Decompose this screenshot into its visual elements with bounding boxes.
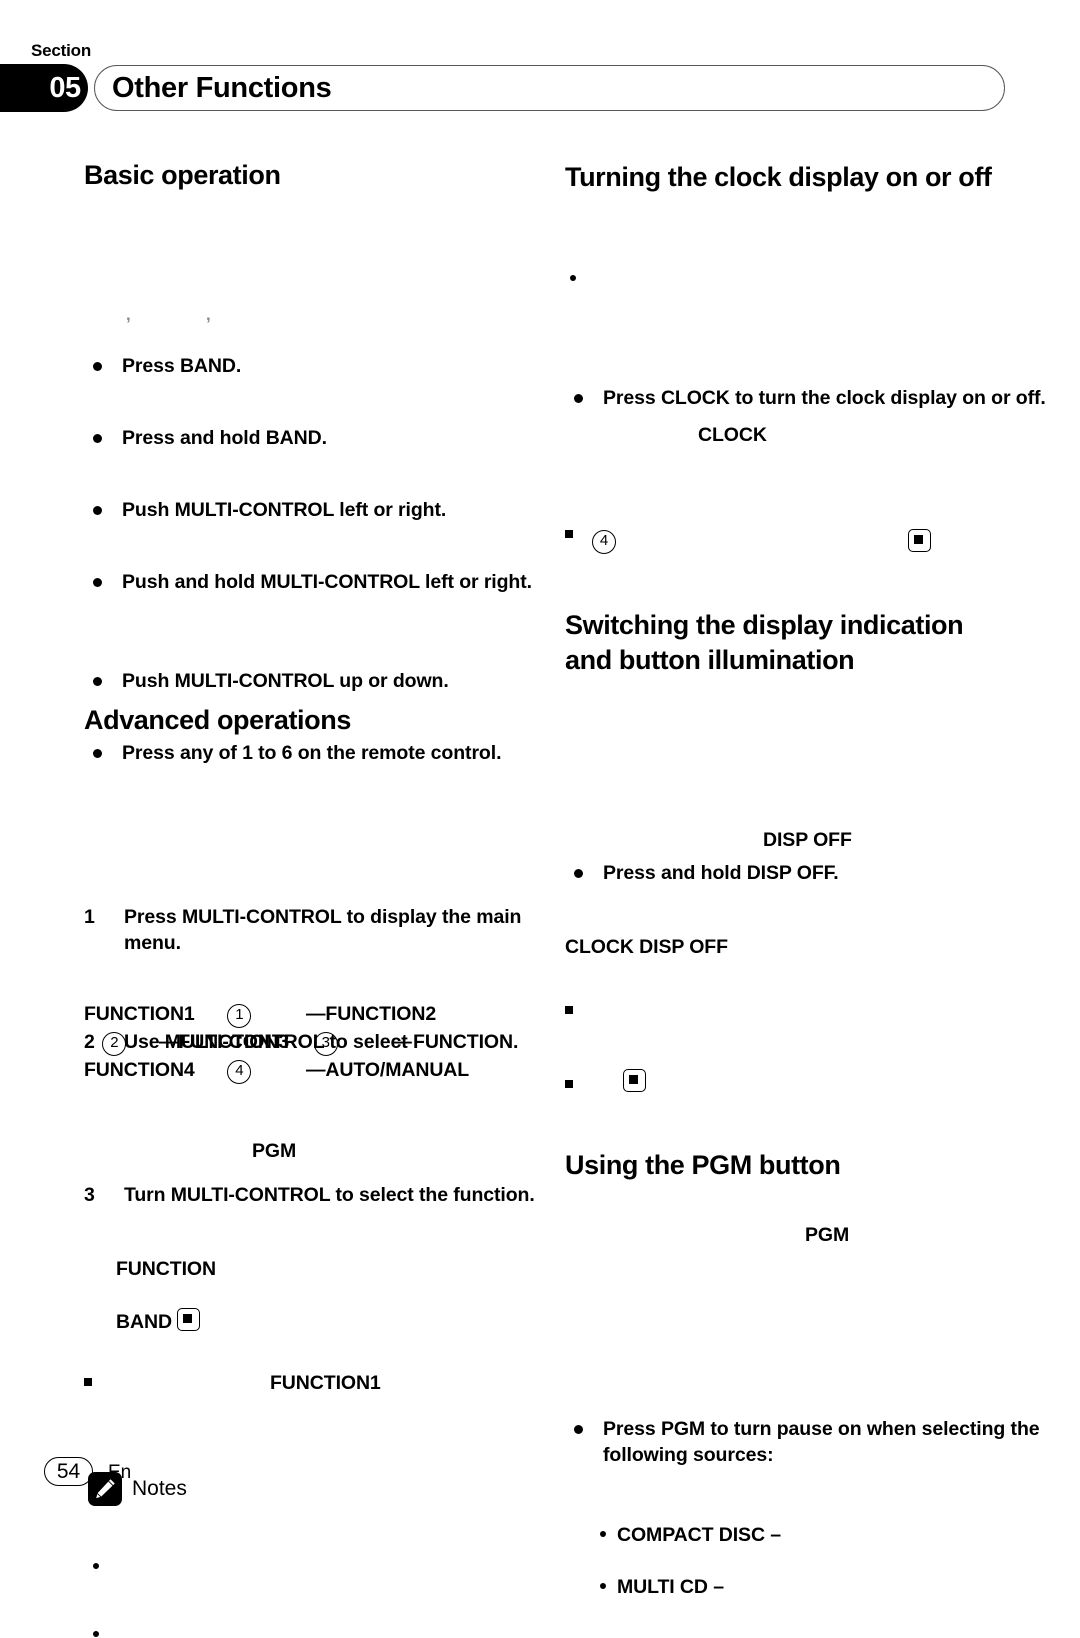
ghost-mark-1: , <box>126 305 131 324</box>
stop-button-icon <box>908 529 931 552</box>
square-note-term-1: FUNCTION1 <box>270 1372 381 1394</box>
ghost-mark-2: , <box>206 305 211 324</box>
note-term-1: FUNCTION <box>116 1258 216 1280</box>
function-chain-label-2: —FUNCTION2 <box>306 1003 437 1025</box>
function-chain-label-4: FUNCTION4 <box>84 1059 195 1081</box>
basic-bullet-1: Press BAND. <box>84 353 582 379</box>
disp-off-term: DISP OFF <box>763 829 852 851</box>
clock-term: CLOCK <box>698 424 767 446</box>
square-note-1: FUNCTION1 <box>84 1370 564 1396</box>
clock-square-note <box>565 522 1005 540</box>
circled-number-4-right: 4 <box>592 530 616 554</box>
advanced-step-3: 3 Turn MULTI-CONTROL to select the funct… <box>84 1182 544 1208</box>
heading-using-pgm-button: Using the PGM button <box>565 1150 841 1180</box>
switching-stop-glyph-wrap <box>623 1069 646 1094</box>
clock-stop-glyph-wrap <box>908 529 931 554</box>
stop-button-icon <box>177 1308 201 1331</box>
pgm-term: PGM <box>805 1224 850 1246</box>
function-chain-label-3: —FUNCTION3 <box>158 1031 290 1053</box>
heading-basic-operation: Basic operation <box>84 160 281 190</box>
section-label: Section <box>31 41 92 60</box>
clock-bullet: Press CLOCK to turn the clock display on… <box>565 385 1048 411</box>
heading-turning-clock-display: Turning the clock display on or off <box>565 162 992 192</box>
step-text-3: Turn MULTI-CONTROL to select the functio… <box>124 1184 535 1206</box>
function-chain-line-3: FUNCTION4 4 —AUTO/MANUAL <box>84 1057 544 1084</box>
circled-number-4: 4 <box>227 1060 252 1084</box>
clock-sub-item <box>565 266 1007 282</box>
switching-square-note-1 <box>565 998 1005 1016</box>
circled-number-3: 3 <box>313 1032 338 1056</box>
clock-circled-number-wrap: 4 <box>592 530 616 554</box>
circled-number-2: 2 <box>102 1032 127 1056</box>
basic-bullet-3: Push MULTI-CONTROL left or right. <box>84 497 582 523</box>
function-chain-line-2: 2 —FUNCTION3 3 — <box>84 1029 544 1056</box>
basic-bullet-5: Push MULTI-CONTROL up or down. <box>84 668 582 694</box>
step-number-3: 3 <box>84 1184 95 1206</box>
basic-bullet-4: Push and hold MULTI-CONTROL left or righ… <box>84 569 570 595</box>
basic-bullet-2: Press and hold BAND. <box>84 425 582 451</box>
heading-advanced-operations: Advanced operations <box>84 705 351 735</box>
heading-switching-display: Switching the display indication and but… <box>565 610 964 675</box>
page-number: 54 <box>56 1460 81 1483</box>
square-note-term-2: PGM <box>252 1140 297 1162</box>
notes-header: Notes <box>88 1472 388 1506</box>
left-column: Basic operation , , Press BAND. Press an… <box>84 0 544 1637</box>
right-column: Turning the clock display on or off Pres… <box>565 0 1046 1598</box>
pgm-bullet: Press PGM to turn pause on when selectin… <box>565 1416 1053 1468</box>
function-chain-dash-3: — <box>392 1031 412 1053</box>
pgm-source-2: MULTI CD – <box>595 1574 1017 1600</box>
section-number: 05 <box>49 72 81 104</box>
stop-button-icon <box>623 1069 646 1092</box>
note-item-2 <box>88 1622 530 1638</box>
note-term-2-row: BAND <box>116 1308 201 1335</box>
function-chain-line-1: FUNCTION1 1 —FUNCTION2 <box>84 1001 544 1028</box>
basic-bullet-6: Press any of 1 to 6 on the remote contro… <box>84 740 567 766</box>
language-code: En <box>108 1462 132 1483</box>
notes-label: Notes <box>132 1477 187 1500</box>
advanced-step-1: 1 Press MULTI-CONTROL to display the mai… <box>84 904 560 956</box>
function-chain-label-1: FUNCTION1 <box>84 1003 195 1025</box>
step-number-1: 1 <box>84 906 95 928</box>
note-item-1 <box>88 1554 530 1570</box>
disp-off-bullet: Press and hold DISP OFF. <box>565 860 1048 886</box>
pgm-source-1: COMPACT DISC – <box>595 1522 1017 1548</box>
function-chain-label-5: —AUTO/MANUAL <box>306 1059 470 1081</box>
circled-number-1: 1 <box>227 1004 252 1028</box>
note-term-2: BAND <box>116 1311 172 1333</box>
step-text-1: Press MULTI-CONTROL to display the main … <box>124 906 522 954</box>
clock-disp-off-term: CLOCK DISP OFF <box>565 936 728 958</box>
